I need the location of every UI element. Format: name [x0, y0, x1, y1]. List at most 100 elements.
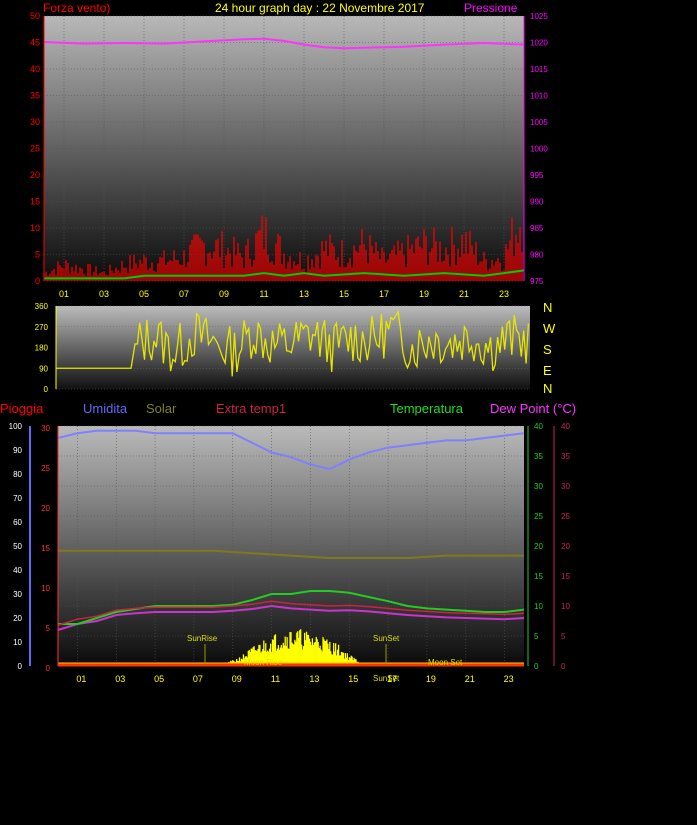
- extra-temp-tick-label-3: 15: [41, 544, 50, 553]
- legend-extra-temp: Extra temp1: [216, 401, 286, 416]
- moonrise-label: Moon Rise: [244, 658, 283, 667]
- extra-temp-tick-label-5: 25: [41, 464, 50, 473]
- compass-e: E: [543, 363, 552, 378]
- extra-temp-tick-label-4: 20: [41, 504, 50, 513]
- weather-x-tick-label-1: 03: [115, 674, 125, 684]
- wind-x-tick-label-7: 15: [339, 289, 349, 299]
- compass-w: W: [543, 321, 556, 336]
- legend-temperature: Temperatura: [390, 401, 464, 416]
- direction-tick-label-3: 270: [35, 323, 49, 332]
- wind-tick-label-10: 50: [30, 11, 40, 21]
- wind-tick-label-9: 45: [30, 38, 40, 48]
- temperature-tick-label-0: 0: [534, 662, 539, 671]
- extra-temp-tick-label-0: 0: [46, 664, 51, 673]
- rain-tick-label-8: 80: [13, 470, 22, 479]
- pressure-tick-label-4: 995: [530, 171, 544, 180]
- legend-solar: Solar: [146, 401, 177, 416]
- weather-x-tick-label-0: 01: [76, 674, 86, 684]
- wind-axis-title: Forza vento): [43, 1, 110, 15]
- weather-x-tick-label-9: 19: [426, 674, 436, 684]
- legend-humidity: Umidita: [83, 401, 128, 416]
- rain-tick-label-0: 0: [18, 662, 23, 671]
- rain-tick-label-2: 20: [13, 614, 22, 623]
- sunrise-label: SunRise: [187, 634, 218, 643]
- wind-tick-label-0: 0: [35, 276, 40, 286]
- compass-n-top: N: [543, 300, 552, 315]
- legend-dew-point: Dew Point (°C): [490, 401, 576, 416]
- legend-rain: Pioggia: [0, 401, 44, 416]
- wind-tick-label-3: 15: [30, 197, 40, 207]
- wind-tick-label-8: 40: [30, 64, 40, 74]
- wind-x-tick-label-6: 13: [299, 289, 309, 299]
- temperature-tick-label-3: 15: [534, 572, 543, 581]
- rain-tick-label-3: 30: [13, 590, 22, 599]
- weather-x-tick-label-3: 07: [193, 674, 203, 684]
- temperature-tick-label-2: 10: [534, 602, 543, 611]
- weather-x-tick-label-7: 15: [348, 674, 358, 684]
- wind-tick-label-6: 30: [30, 117, 40, 127]
- extra-temp-tick-label-2: 10: [41, 584, 50, 593]
- temperature-tick-label-1: 5: [534, 632, 539, 641]
- sunset-label-2: SunSet: [373, 674, 400, 683]
- wind-x-tick-label-3: 07: [179, 289, 189, 299]
- wind-tick-label-2: 10: [30, 223, 40, 233]
- rain-tick-label-9: 90: [13, 446, 22, 455]
- weather-x-tick-label-10: 21: [465, 674, 475, 684]
- pressure-tick-label-0: 975: [530, 277, 544, 286]
- weather-x-tick-label-2: 05: [154, 674, 164, 684]
- dewpoint-tick-label-4: 20: [561, 542, 570, 551]
- wind-tick-label-1: 5: [35, 250, 40, 260]
- temperature-tick-label-4: 20: [534, 542, 543, 551]
- wind-x-tick-label-10: 21: [459, 289, 469, 299]
- wind-x-tick-label-11: 23: [499, 289, 509, 299]
- compass-s: S: [543, 342, 552, 357]
- wind-x-tick-label-9: 19: [419, 289, 429, 299]
- wind-x-tick-label-1: 03: [99, 289, 109, 299]
- weather-x-tick-label-5: 11: [271, 674, 280, 684]
- dewpoint-tick-label-5: 25: [561, 512, 570, 521]
- wind-tick-label-5: 25: [30, 144, 40, 154]
- pressure-tick-label-1: 980: [530, 251, 544, 260]
- pressure-tick-label-8: 1015: [530, 65, 548, 74]
- rain-tick-label-1: 10: [13, 638, 22, 647]
- temperature-tick-label-7: 35: [534, 452, 543, 461]
- wind-tick-label-4: 20: [30, 170, 40, 180]
- rain-tick-label-7: 70: [13, 494, 22, 503]
- pressure-tick-label-9: 1020: [530, 39, 548, 48]
- weather-x-tick-label-11: 23: [504, 674, 514, 684]
- direction-tick-label-0: 0: [44, 385, 49, 394]
- pressure-tick-label-2: 985: [530, 224, 544, 233]
- direction-tick-label-4: 360: [35, 302, 49, 311]
- pressure-tick-label-10: 1025: [530, 12, 548, 21]
- temperature-tick-label-6: 30: [534, 482, 543, 491]
- dewpoint-tick-label-0: 0: [561, 662, 566, 671]
- rain-tick-label-4: 40: [13, 566, 22, 575]
- wind-x-tick-label-2: 05: [139, 289, 149, 299]
- direction-tick-label-1: 90: [39, 364, 48, 373]
- wind-x-tick-label-0: 01: [59, 289, 69, 299]
- compass-n-bottom: N: [543, 381, 552, 396]
- dewpoint-tick-label-2: 10: [561, 602, 570, 611]
- wind-tick-label-7: 35: [30, 91, 40, 101]
- dewpoint-tick-label-3: 15: [561, 572, 570, 581]
- dewpoint-tick-label-6: 30: [561, 482, 570, 491]
- wind-x-tick-label-4: 09: [219, 289, 229, 299]
- pressure-tick-label-3: 990: [530, 198, 544, 207]
- rain-tick-label-6: 60: [13, 518, 22, 527]
- temperature-tick-label-5: 25: [534, 512, 543, 521]
- rain-tick-label-5: 50: [13, 542, 22, 551]
- extra-temp-tick-label-6: 30: [41, 424, 50, 433]
- pressure-tick-label-6: 1005: [530, 118, 548, 127]
- weather-x-tick-label-6: 13: [309, 674, 319, 684]
- weather-chart: Forza vento) 24 hour graph day : 22 Nove…: [0, 1, 576, 684]
- graph-title: 24 hour graph day : 22 Novembre 2017: [215, 1, 425, 15]
- compass-labels: N W S E N: [543, 300, 556, 396]
- moonset-label: Moon Set: [428, 658, 463, 667]
- dewpoint-tick-label-7: 35: [561, 452, 570, 461]
- pressure-axis-title: Pressione: [464, 1, 518, 15]
- wind-x-tick-label-8: 17: [379, 289, 389, 299]
- pressure-tick-label-5: 1000: [530, 145, 548, 154]
- rain-tick-label-10: 100: [9, 422, 23, 431]
- weather-x-tick-label-4: 09: [232, 674, 242, 684]
- dewpoint-tick-label-8: 40: [561, 422, 570, 431]
